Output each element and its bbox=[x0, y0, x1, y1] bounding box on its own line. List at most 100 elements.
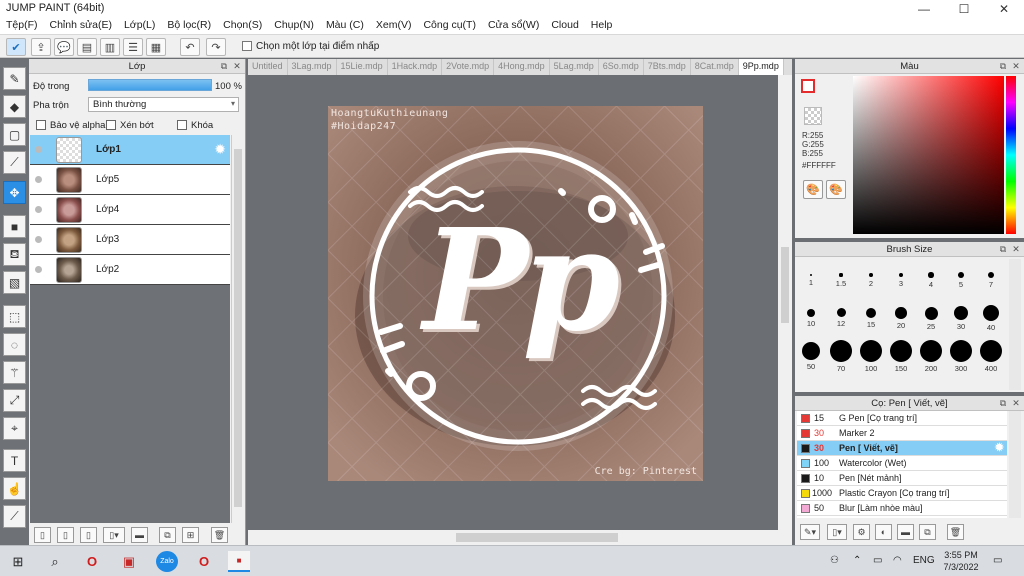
brush-size-option[interactable]: 1.5 bbox=[826, 264, 856, 288]
brush-size-option[interactable]: 30 bbox=[946, 302, 976, 331]
hand-icon[interactable]: ☝ bbox=[3, 477, 26, 500]
wifi-icon[interactable]: ◠ bbox=[893, 555, 902, 566]
menu-color[interactable]: Màu (C) bbox=[320, 17, 370, 34]
eraser-icon[interactable]: ◆ bbox=[3, 95, 26, 118]
visibility-icon[interactable] bbox=[35, 266, 42, 273]
hue-slider[interactable] bbox=[1006, 76, 1016, 234]
toggle-icon[interactable]: ◐ bbox=[875, 524, 892, 540]
brush-size-option[interactable]: 20 bbox=[886, 302, 916, 330]
app-grid-icon[interactable]: ▣ bbox=[118, 551, 140, 572]
eyedropper-icon[interactable]: ⟋ bbox=[3, 505, 26, 528]
undo-icon[interactable]: ↶ bbox=[180, 38, 200, 56]
scrollbar-thumb[interactable] bbox=[781, 247, 789, 323]
brush-size-option[interactable]: 70 bbox=[826, 340, 856, 373]
lock-checkbox[interactable] bbox=[177, 120, 187, 130]
preset-item[interactable]: 30 Marker 2 bbox=[797, 426, 1007, 441]
minimize-button[interactable]: — bbox=[904, 0, 944, 17]
panel-float-icon[interactable]: ⧉ bbox=[998, 244, 1008, 254]
brush-size-option[interactable]: 40 bbox=[976, 302, 1006, 332]
brush-size-option[interactable]: 4 bbox=[916, 264, 946, 289]
panel-close-icon[interactable]: ✕ bbox=[1011, 398, 1021, 408]
scrollbar-thumb[interactable] bbox=[234, 149, 242, 507]
brush-size-option[interactable]: 2 bbox=[856, 264, 886, 288]
menu-file[interactable]: Tệp(F) bbox=[0, 17, 44, 34]
new-preset-icon[interactable]: ▯▾ bbox=[827, 524, 847, 540]
line-icon[interactable]: ⟋ bbox=[3, 151, 26, 174]
auto-select-icon[interactable]: ⌖ bbox=[3, 417, 26, 440]
redo-icon[interactable]: ↷ bbox=[206, 38, 226, 56]
visibility-icon[interactable] bbox=[35, 176, 42, 183]
visibility-icon[interactable] bbox=[35, 146, 42, 153]
transform-icon[interactable]: ⤢ bbox=[3, 389, 26, 412]
brush-size-option[interactable]: 200 bbox=[916, 340, 946, 373]
menu-capture[interactable]: Chụp(N) bbox=[268, 17, 320, 34]
pen-icon[interactable]: ✎ bbox=[3, 67, 26, 90]
brush-menu-icon[interactable]: ✎▾ bbox=[800, 524, 820, 540]
scrollbar-thumb[interactable] bbox=[456, 533, 618, 542]
brush-size-option[interactable]: 100 bbox=[856, 340, 886, 373]
clip-checkbox[interactable] bbox=[106, 120, 116, 130]
tab-6so[interactable]: 6So.mdp bbox=[599, 59, 644, 75]
menu-select[interactable]: Chọn(S) bbox=[217, 17, 268, 34]
fill-rect-icon[interactable]: ■ bbox=[3, 215, 26, 238]
layer-list-scrollbar[interactable] bbox=[231, 135, 243, 523]
menu-edit[interactable]: Chỉnh sửa(E) bbox=[44, 17, 118, 34]
tab-5lag[interactable]: 5Lag.mdp bbox=[550, 59, 599, 75]
menu-cloud[interactable]: Cloud bbox=[545, 17, 584, 34]
message-icon[interactable]: ▤ bbox=[77, 38, 97, 56]
clock[interactable]: 3:55 PM 7/3/2022 bbox=[940, 549, 982, 573]
brush-size-option[interactable]: 1 bbox=[796, 264, 826, 287]
artwork-canvas[interactable]: HoangtuKuthieunang #Hoidap247 Pp Cre bg:… bbox=[328, 106, 703, 481]
people-icon[interactable]: ⚇ bbox=[830, 555, 839, 566]
tab-4hong[interactable]: 4Hong.mdp bbox=[494, 59, 550, 75]
jump-paint-icon[interactable]: ■ bbox=[228, 551, 250, 572]
menu-window[interactable]: Cửa sổ(W) bbox=[482, 17, 545, 34]
brush-size-option[interactable]: 400 bbox=[976, 340, 1006, 373]
list-icon[interactable]: ☰ bbox=[123, 38, 143, 56]
panel-float-icon[interactable]: ⧉ bbox=[219, 61, 229, 71]
opera-gx-icon[interactable]: O bbox=[193, 551, 215, 572]
gear-icon[interactable]: ✹ bbox=[214, 141, 226, 158]
menu-filter[interactable]: Bộ lọc(R) bbox=[161, 17, 217, 34]
layer-row[interactable]: Lớp5 bbox=[30, 165, 230, 195]
preset-scrollbar[interactable] bbox=[1009, 411, 1021, 518]
layer-row[interactable]: Lớp4 bbox=[30, 195, 230, 225]
magic-wand-icon[interactable]: ⚚ bbox=[3, 361, 26, 384]
comment-icon[interactable]: 💬 bbox=[54, 38, 74, 56]
duplicate-layer-icon[interactable]: ⧉ bbox=[159, 527, 176, 543]
search-icon[interactable]: ⌕ bbox=[44, 551, 66, 572]
windows-start-icon[interactable]: ⊞ bbox=[7, 551, 29, 572]
bucket-icon[interactable]: ⛾ bbox=[3, 243, 26, 266]
palette-settings-icon[interactable]: 🎨 bbox=[826, 180, 846, 199]
chevron-up-icon[interactable]: ⌃ bbox=[853, 555, 861, 566]
brush-size-option[interactable]: 10 bbox=[796, 302, 826, 328]
panel-float-icon[interactable]: ⧉ bbox=[998, 61, 1008, 71]
brush-settings-icon[interactable]: ✔ bbox=[6, 38, 26, 56]
opacity-slider[interactable] bbox=[88, 79, 212, 91]
panel-close-icon[interactable]: ✕ bbox=[232, 61, 242, 71]
visibility-icon[interactable] bbox=[35, 236, 42, 243]
new-layer-8bit-icon[interactable]: ▯ bbox=[57, 527, 74, 543]
panel-float-icon[interactable]: ⧉ bbox=[998, 398, 1008, 408]
brush-size-option[interactable]: 7 bbox=[976, 264, 1006, 289]
layer-row[interactable]: Lớp3 bbox=[30, 225, 230, 255]
canvas-vertical-scrollbar[interactable] bbox=[778, 75, 792, 530]
canvas-horizontal-scrollbar[interactable] bbox=[248, 530, 792, 545]
tab-7bts[interactable]: 7Bts.mdp bbox=[644, 59, 691, 75]
rect-select-icon[interactable]: ⬚ bbox=[3, 305, 26, 328]
visibility-icon[interactable] bbox=[35, 206, 42, 213]
tab-9pp[interactable]: 9Pp.mdp bbox=[738, 59, 784, 75]
canvas-area[interactable]: HoangtuKuthieunang #Hoidap247 Pp Cre bg:… bbox=[248, 75, 778, 530]
menu-view[interactable]: Xem(V) bbox=[370, 17, 418, 34]
close-button[interactable]: ✕ bbox=[984, 0, 1024, 17]
tab-8cat[interactable]: 8Cat.mdp bbox=[691, 59, 739, 75]
tab-1hack[interactable]: 1Hack.mdp bbox=[388, 59, 443, 75]
opera-icon[interactable]: O bbox=[81, 551, 103, 572]
transparent-swatch[interactable] bbox=[804, 107, 822, 125]
panel-close-icon[interactable]: ✕ bbox=[1011, 61, 1021, 71]
add-layer-menu-icon[interactable]: ▯▾ bbox=[103, 527, 125, 543]
preset-item[interactable]: 30 Pen [ Viết, vẽ] ✹ bbox=[797, 441, 1007, 456]
merge-layer-icon[interactable]: ⊞ bbox=[182, 527, 199, 543]
gear-icon[interactable]: ✹ bbox=[995, 441, 1004, 454]
panel-close-icon[interactable]: ✕ bbox=[1011, 244, 1021, 254]
